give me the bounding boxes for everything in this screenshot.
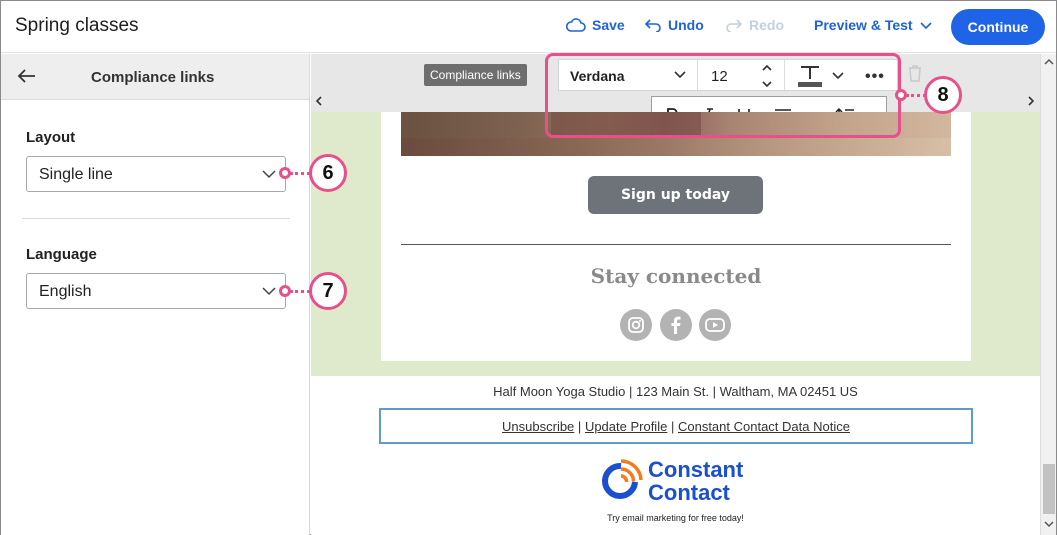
undo-icon (644, 19, 661, 32)
trash-icon[interactable] (907, 64, 923, 82)
email-footer: Half Moon Yoga Studio | 123 Main St. | W… (311, 376, 1040, 535)
callout-connector (290, 172, 310, 175)
continue-button[interactable]: Continue (951, 9, 1045, 45)
settings-panel: Compliance links Layout Single line Lang… (1, 54, 310, 535)
scroll-up-icon[interactable] (1044, 58, 1054, 66)
instagram-icon[interactable] (620, 309, 652, 341)
facebook-icon[interactable] (660, 309, 692, 341)
compliance-links: Unsubscribe | Update Profile | Constant … (381, 419, 971, 434)
divider (22, 218, 290, 219)
top-bar: Spring classes Save Undo Redo Preview & … (1, 1, 1056, 53)
back-arrow-icon[interactable] (17, 68, 37, 84)
youtube-icon[interactable] (699, 309, 731, 341)
redo-icon (726, 19, 743, 32)
callout-connector (290, 290, 310, 293)
footer-address: Half Moon Yoga Studio | 123 Main St. | W… (493, 384, 858, 399)
unsubscribe-link[interactable]: Unsubscribe (502, 419, 574, 434)
scroll-down-icon[interactable] (1044, 520, 1054, 528)
cloud-icon (566, 18, 586, 32)
sign-up-button[interactable]: Sign up today (588, 176, 763, 214)
scrollbar-thumb[interactable] (1043, 464, 1055, 514)
save-button[interactable]: Save (566, 17, 625, 33)
update-profile-link[interactable]: Update Profile (585, 419, 667, 434)
logo-wordmark: Constant Contact (648, 458, 743, 504)
logo-line-2: Contact (648, 480, 730, 505)
email-content: Sign up today Stay connected (381, 112, 971, 361)
chevron-down-icon (262, 287, 276, 296)
panel-header: Compliance links (1, 54, 309, 100)
toolbar-highlight-box (545, 53, 901, 138)
document-title[interactable]: Spring classes (15, 15, 139, 37)
layout-label: Layout (26, 129, 76, 146)
footer-tagline: Try email marketing for free today! (607, 513, 744, 523)
constant-contact-logo-icon (602, 459, 643, 499)
logo-line-1: Constant (648, 457, 744, 482)
language-value: English (39, 283, 92, 300)
chevron-down-icon (919, 22, 932, 30)
block-tag: Compliance links (424, 64, 527, 86)
undo-label: Undo (668, 17, 704, 33)
compliance-links-block[interactable]: Unsubscribe | Update Profile | Constant … (379, 408, 973, 444)
preview-label: Preview & Test (814, 17, 913, 33)
preview-test-button[interactable]: Preview & Test (814, 17, 933, 33)
email-divider (401, 244, 951, 245)
vertical-scrollbar[interactable] (1040, 54, 1056, 535)
language-select[interactable]: English (26, 273, 286, 309)
callout-8: 8 (924, 76, 962, 114)
chevron-down-icon (262, 170, 276, 179)
data-notice-link[interactable]: Constant Contact Data Notice (678, 419, 850, 434)
panel-title: Compliance links (91, 69, 215, 86)
language-label: Language (26, 246, 97, 263)
callout-6: 6 (309, 154, 347, 192)
redo-button[interactable]: Redo (725, 17, 784, 33)
redo-label: Redo (749, 17, 784, 33)
link-separator: | (670, 419, 675, 434)
undo-button[interactable]: Undo (644, 17, 704, 33)
layout-value: Single line (39, 166, 113, 183)
callout-connector (906, 94, 926, 97)
stay-connected-heading[interactable]: Stay connected (381, 264, 971, 288)
scroll-right-icon[interactable] (1027, 96, 1035, 106)
callout-7: 7 (309, 272, 347, 310)
link-separator: | (577, 419, 582, 434)
save-label: Save (592, 17, 625, 33)
scroll-left-icon[interactable] (315, 96, 323, 106)
layout-select[interactable]: Single line (26, 156, 286, 192)
